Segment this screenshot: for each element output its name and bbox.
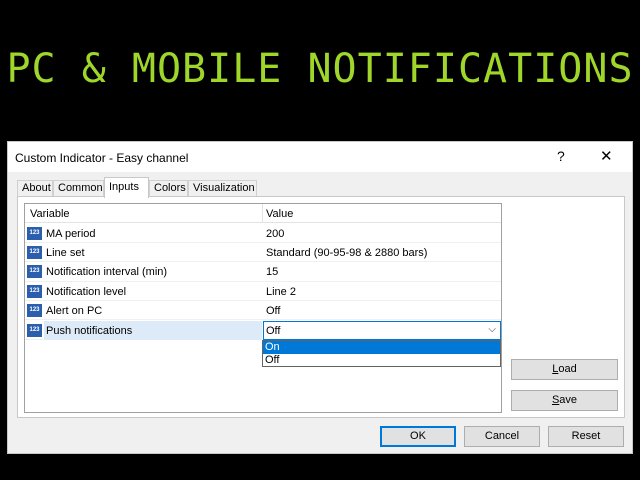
push-notifications-select[interactable]: Off ⌵: [263, 320, 501, 340]
load-label-rest: oad: [558, 363, 577, 375]
row-variable: Alert on PC: [46, 305, 103, 318]
dialog-title: Custom Indicator - Easy channel: [15, 151, 189, 165]
dropdown-list: On Off: [262, 340, 501, 367]
row-value[interactable]: 200: [266, 228, 284, 240]
integer-type-icon: 123: [27, 284, 42, 298]
load-button[interactable]: Load: [511, 359, 618, 380]
integer-type-icon: 123: [27, 265, 42, 279]
tab-about[interactable]: About: [17, 180, 53, 197]
header-variable: Variable: [30, 208, 70, 220]
ok-button[interactable]: OK: [380, 426, 456, 447]
header-value: Value: [266, 208, 294, 220]
integer-type-icon: 123: [27, 323, 42, 337]
tab-colors[interactable]: Colors: [149, 180, 188, 197]
banner-title: PC & MOBILE NOTIFICATIONS: [6, 46, 634, 92]
table-row[interactable]: 123 Notification level Line 2: [25, 282, 501, 302]
grid-header: Variable Value: [25, 204, 501, 223]
help-button[interactable]: ?: [557, 148, 565, 164]
tab-visualization[interactable]: Visualization: [188, 180, 257, 197]
row-value[interactable]: Line 2: [266, 286, 296, 298]
custom-indicator-dialog: Custom Indicator - Easy channel ? ✕ Abou…: [7, 141, 633, 454]
integer-type-icon: 123: [27, 245, 42, 259]
dropdown-option-on[interactable]: On: [263, 341, 500, 354]
tab-common[interactable]: Common: [53, 180, 104, 197]
table-row[interactable]: 123 Line set Standard (90-95-98 & 2880 b…: [25, 243, 501, 263]
integer-type-icon: 123: [27, 304, 42, 318]
dropdown-option-off[interactable]: Off: [263, 354, 500, 367]
row-variable: MA period: [46, 227, 96, 240]
table-row[interactable]: 123 MA period 200: [25, 224, 501, 243]
save-label-rest: ave: [559, 394, 578, 406]
row-variable: Notification interval (min): [46, 266, 168, 279]
chevron-down-icon[interactable]: ⌵: [488, 324, 496, 335]
tab-inputs[interactable]: Inputs: [104, 177, 149, 198]
column-separator[interactable]: [262, 204, 263, 223]
save-button[interactable]: Save: [511, 390, 618, 411]
select-current-value: Off: [266, 324, 281, 337]
integer-type-icon: 123: [27, 226, 42, 240]
row-variable: Notification level: [46, 285, 127, 298]
row-value[interactable]: Standard (90-95-98 & 2880 bars): [266, 247, 427, 259]
row-variable: Push notifications: [46, 324, 133, 337]
table-row[interactable]: 123 Alert on PC Off: [25, 301, 501, 321]
row-variable: Line set: [46, 246, 85, 259]
table-row-selected[interactable]: 123 Push notifications Off ⌵: [25, 320, 501, 340]
table-row[interactable]: 123 Notification interval (min) 15: [25, 262, 501, 282]
inputs-grid: Variable Value 123 MA period 200 123 Lin…: [24, 203, 502, 413]
cancel-button[interactable]: Cancel: [464, 426, 540, 447]
reset-button[interactable]: Reset: [548, 426, 624, 447]
row-value[interactable]: Off: [266, 305, 280, 317]
close-button[interactable]: ✕: [600, 147, 613, 165]
title-bar: Custom Indicator - Easy channel ? ✕: [8, 142, 632, 172]
row-value[interactable]: 15: [266, 266, 278, 278]
